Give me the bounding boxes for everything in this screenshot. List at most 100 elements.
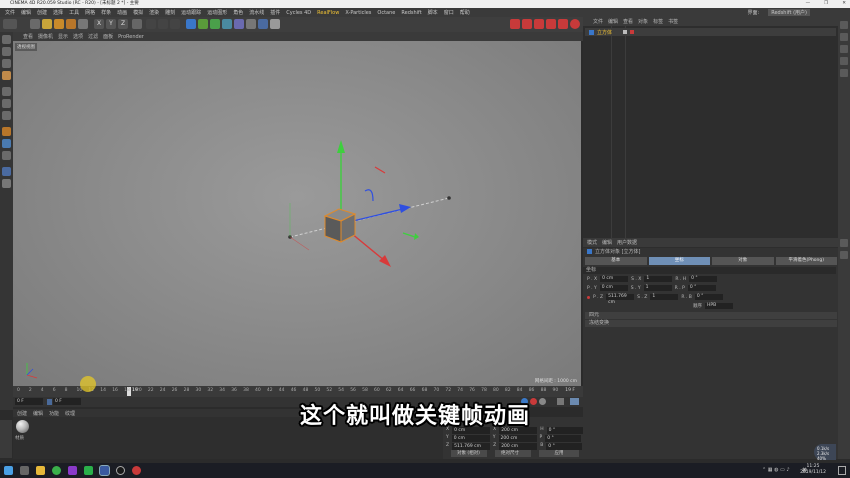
attributes-menu-item-1[interactable]: 编辑 [602, 239, 612, 246]
polygons-mode-icon[interactable] [2, 111, 11, 120]
select-tool-button[interactable] [30, 19, 40, 29]
menu-item-5[interactable]: 网格 [82, 9, 98, 16]
takes-tab-icon[interactable] [840, 33, 848, 41]
layout-selector-0[interactable]: 界面: [745, 9, 763, 16]
material-menu-item-0[interactable]: 创建 [17, 410, 27, 417]
notification-center-icon[interactable] [838, 466, 846, 475]
plugin-red-button-2[interactable] [522, 19, 532, 29]
menu-item-9[interactable]: 渲染 [146, 9, 162, 16]
p-x-field[interactable]: 0 cm [600, 276, 629, 282]
material-menu-item-1[interactable]: 编辑 [33, 410, 43, 417]
timeline-mode-button[interactable] [570, 398, 579, 405]
taskbar-clock[interactable]: 11:25 2019/11/12 [800, 464, 826, 476]
move-tool-button[interactable] [42, 19, 52, 29]
p-z-field[interactable]: 511.769 cm [606, 294, 635, 305]
apply-button[interactable]: 应用 [539, 450, 579, 457]
axis-x-button[interactable]: X [94, 19, 104, 29]
animation-tag-icon[interactable] [630, 30, 635, 34]
object-row-cube[interactable]: 立方体 [585, 28, 836, 36]
menu-item-11[interactable]: 运动跟踪 [178, 9, 204, 16]
attributes-menu-item-2[interactable]: 用户数据 [617, 239, 637, 246]
menu-item-20[interactable]: Redshift [398, 10, 424, 16]
object-row-name[interactable]: 立方体 [597, 29, 612, 36]
viewport-menu-item-0[interactable]: 查看 [23, 33, 33, 40]
plugin-red-button-4[interactable] [546, 19, 556, 29]
objects-tab-icon[interactable] [840, 21, 848, 29]
task-view-icon[interactable] [20, 466, 29, 475]
menu-item-12[interactable]: 运动图形 [204, 9, 230, 16]
snap-icon[interactable] [2, 127, 11, 136]
sculpt-icon[interactable] [2, 151, 11, 160]
attributes-tab-icon[interactable] [840, 239, 848, 247]
viewport-menu-item-5[interactable]: 面板 [103, 33, 113, 40]
menu-item-8[interactable]: 模拟 [130, 9, 146, 16]
s-x-field[interactable]: 1 [644, 276, 673, 282]
texture-mode-icon[interactable] [2, 59, 11, 68]
solo-icon[interactable] [2, 167, 11, 176]
start-menu-icon[interactable] [4, 466, 13, 475]
coord-mode-dropdown[interactable]: 对象 (相对) [451, 450, 487, 457]
plugin-red-button-3[interactable] [534, 19, 544, 29]
tab-coordinates[interactable]: 坐标 [648, 257, 710, 265]
light-button[interactable] [270, 19, 280, 29]
object-menu-item-5[interactable]: 书签 [668, 18, 678, 25]
rot-h-field[interactable]: 0 ° [546, 427, 583, 434]
menu-item-1[interactable]: 编辑 [18, 9, 34, 16]
size-y-field[interactable]: 200 cm [498, 435, 537, 442]
viewport-menu-item-4[interactable]: 过滤 [88, 33, 98, 40]
viewport-menu-item-1[interactable]: 摄像机 [38, 33, 53, 40]
maximize-button[interactable]: ❐ [824, 0, 828, 8]
make-editable-icon[interactable] [2, 35, 11, 44]
camera-button[interactable] [258, 19, 268, 29]
axis-y-button[interactable]: Y [106, 19, 116, 29]
menu-item-23[interactable]: 帮助 [457, 9, 473, 16]
recent-tool-button[interactable] [78, 19, 88, 29]
layer-tab-icon[interactable] [840, 251, 848, 259]
chrome-icon[interactable] [52, 466, 61, 475]
order-dropdown[interactable]: HPB [705, 303, 733, 309]
tray-icons[interactable]: ⌃ ▦ ◍ ▭ ♪ [762, 467, 790, 473]
material-menu-item-3[interactable]: 纹理 [65, 410, 75, 417]
axis-z-button[interactable]: Z [118, 19, 128, 29]
tab-object[interactable]: 对象 [712, 257, 774, 265]
axis-mode-icon[interactable] [2, 139, 11, 148]
viewport-menu-item-2[interactable]: 显示 [58, 33, 68, 40]
plugin-red-button-5[interactable] [558, 19, 568, 29]
pos-y-field[interactable]: 0 cm [451, 435, 490, 442]
edges-mode-icon[interactable] [2, 99, 11, 108]
start-frame-field[interactable]: 0 F [15, 398, 43, 405]
workplane-icon[interactable] [2, 71, 11, 80]
menu-item-0[interactable]: 文件 [2, 9, 18, 16]
minimize-button[interactable]: — [806, 0, 811, 8]
obs-icon[interactable] [116, 466, 125, 475]
pos-z-field[interactable]: 511.769 cm [452, 443, 491, 450]
menu-item-3[interactable]: 选择 [50, 9, 66, 16]
size-z-field[interactable]: 200 cm [499, 443, 538, 450]
quaternion-section[interactable]: 四元 [585, 312, 837, 319]
layers-tab-icon[interactable] [840, 69, 848, 77]
recorder-icon[interactable] [132, 466, 141, 475]
subdivision-button[interactable] [210, 19, 220, 29]
points-mode-icon[interactable] [2, 87, 11, 96]
lock-workplane-icon[interactable] [2, 179, 11, 188]
menu-item-19[interactable]: Octane [374, 10, 398, 16]
menu-item-18[interactable]: X-Particles [342, 10, 374, 16]
keyframe-indicator-icon[interactable] [587, 295, 590, 299]
timeline-settings-icon[interactable] [557, 398, 564, 405]
deformer-button[interactable] [234, 19, 244, 29]
close-button[interactable]: ✕ [842, 0, 846, 8]
menu-item-22[interactable]: 窗口 [441, 9, 457, 16]
object-menu-item-4[interactable]: 标签 [653, 18, 663, 25]
layout-selector-1[interactable]: Redshift (用户) [768, 9, 810, 16]
end-frame-field[interactable]: 0 F [53, 398, 81, 405]
asset-tab[interactable] [0, 420, 12, 458]
rot-p-field[interactable]: 0 ° [545, 435, 582, 442]
rotate-tool-button[interactable] [66, 19, 76, 29]
render-picture-viewer-button[interactable] [158, 19, 168, 29]
menu-item-6[interactable]: 样条 [98, 9, 114, 16]
visibility-dot-icon[interactable] [623, 30, 628, 34]
tab-basic[interactable]: 基本 [585, 257, 647, 265]
model-mode-icon[interactable] [2, 47, 11, 56]
viewport-menu-item-3[interactable]: 选项 [73, 33, 83, 40]
material-preview-sphere[interactable] [16, 420, 29, 433]
